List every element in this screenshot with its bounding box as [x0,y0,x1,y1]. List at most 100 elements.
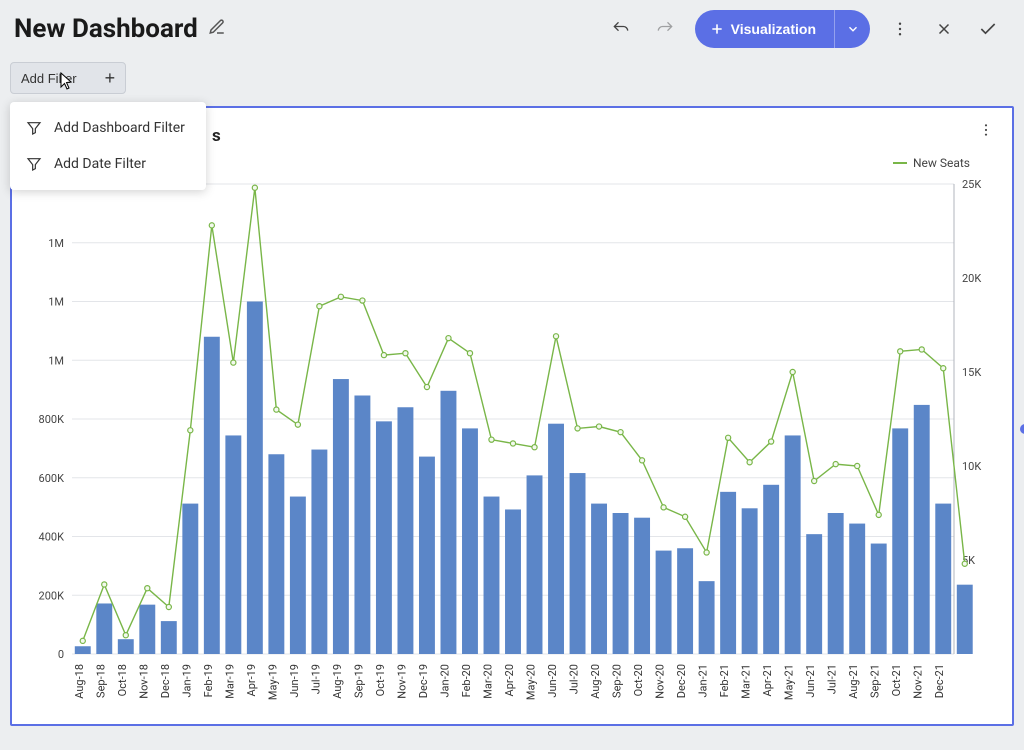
x-axis-label: Jun-21 [804,664,817,698]
line-point [747,460,752,465]
header: New Dashboard Visualization [0,0,1024,56]
visualization-button-group: Visualization [695,10,870,48]
x-axis-label: Jan-19 [180,664,193,698]
line-point [317,304,322,309]
close-button[interactable] [926,11,962,47]
line-point [941,366,946,371]
x-axis-label: Feb-21 [718,664,731,697]
line-point [489,437,494,442]
line-point [575,426,580,431]
line-point [338,294,343,299]
card-wrap: s New Seats 0200K400K600K800K1M1M1M2M5K1… [10,106,1014,726]
bar [720,492,736,654]
undo-button[interactable] [603,11,639,47]
line-point [639,458,644,463]
bar [785,435,801,654]
x-axis-label: Aug-21 [847,664,860,699]
line-point [769,439,774,444]
line-point [876,512,881,517]
chart-card[interactable]: s New Seats 0200K400K600K800K1M1M1M2M5K1… [10,106,1014,726]
add-filter-button[interactable]: Add Filter + [10,62,126,94]
bar [548,424,564,654]
bar [570,473,586,654]
svg-text:800K: 800K [39,413,65,426]
bar [591,504,607,654]
bar [484,497,500,654]
x-axis-label: Sep-18 [94,664,107,698]
line-point [919,347,924,352]
bar [333,379,349,654]
x-axis-label: Nov-19 [395,664,408,699]
bar [182,504,198,654]
line-point [209,223,214,228]
bar [139,605,155,654]
line-point [403,351,408,356]
line-point [424,384,429,389]
line-point [833,462,838,467]
x-axis-label: Nov-21 [912,664,925,699]
bar [634,518,650,654]
bar [204,337,220,654]
kebab-menu-button[interactable] [882,11,918,47]
x-axis-label: Sep-21 [869,664,882,698]
line-point [252,185,257,190]
add-date-filter-item[interactable]: Add Date Filter [10,146,206,182]
x-axis-label: Jan-20 [438,664,451,698]
resize-handle[interactable] [1020,424,1024,434]
svg-text:200K: 200K [39,589,65,602]
line-point [726,435,731,440]
visualization-dropdown-button[interactable] [834,10,870,48]
line-point [467,351,472,356]
card-kebab-icon[interactable] [978,122,994,142]
line-point [295,422,300,427]
add-dashboard-filter-item[interactable]: Add Dashboard Filter [10,110,206,146]
line-point [188,428,193,433]
x-axis-label: Aug-18 [73,664,86,699]
page-title: New Dashboard [14,14,198,44]
x-axis-label: Sep-19 [352,664,365,698]
bar [763,485,779,654]
bar [96,603,112,654]
line-point [596,424,601,429]
x-axis-label: Apr-21 [761,664,774,696]
x-axis-label: Jul-19 [309,664,322,694]
line-point [618,430,623,435]
line-point [790,369,795,374]
svg-text:1M: 1M [48,354,64,367]
x-axis-label: Jan-21 [697,664,710,698]
x-axis-label: Aug-19 [331,664,344,699]
bar [441,391,457,654]
svg-text:1M: 1M [48,296,64,309]
x-axis-label: Sep-20 [611,664,624,698]
x-axis-label: Dec-18 [159,664,172,698]
add-visualization-button[interactable]: Visualization [695,10,834,48]
x-axis-label: Jul-20 [568,664,581,694]
bar [397,407,413,654]
legend-swatch-icon [893,162,907,164]
bar [957,585,973,654]
legend-label: New Seats [913,156,970,170]
x-axis-label: Apr-20 [503,664,516,696]
bar [311,450,327,654]
line-point [166,604,171,609]
x-axis-label: Oct-19 [374,664,387,696]
bar [247,302,263,655]
chart-svg: 0200K400K600K800K1M1M1M2M5K10K15K20K25KA… [22,180,998,710]
bar [161,621,177,654]
line-point [510,441,515,446]
x-axis-label: Apr-19 [245,664,258,696]
redo-button[interactable] [647,11,683,47]
line-point [898,349,903,354]
line-point [102,582,107,587]
dropdown-item-label: Add Dashboard Filter [54,120,185,136]
line-point [553,334,558,339]
dropdown-item-label: Add Date Filter [54,156,146,172]
x-axis-label: Nov-18 [137,664,150,699]
line-point [231,360,236,365]
confirm-button[interactable] [970,11,1006,47]
edit-title-icon[interactable] [208,18,226,40]
bar [892,428,908,654]
bar [527,475,543,654]
line-point [812,478,817,483]
svg-text:1M: 1M [48,237,64,250]
